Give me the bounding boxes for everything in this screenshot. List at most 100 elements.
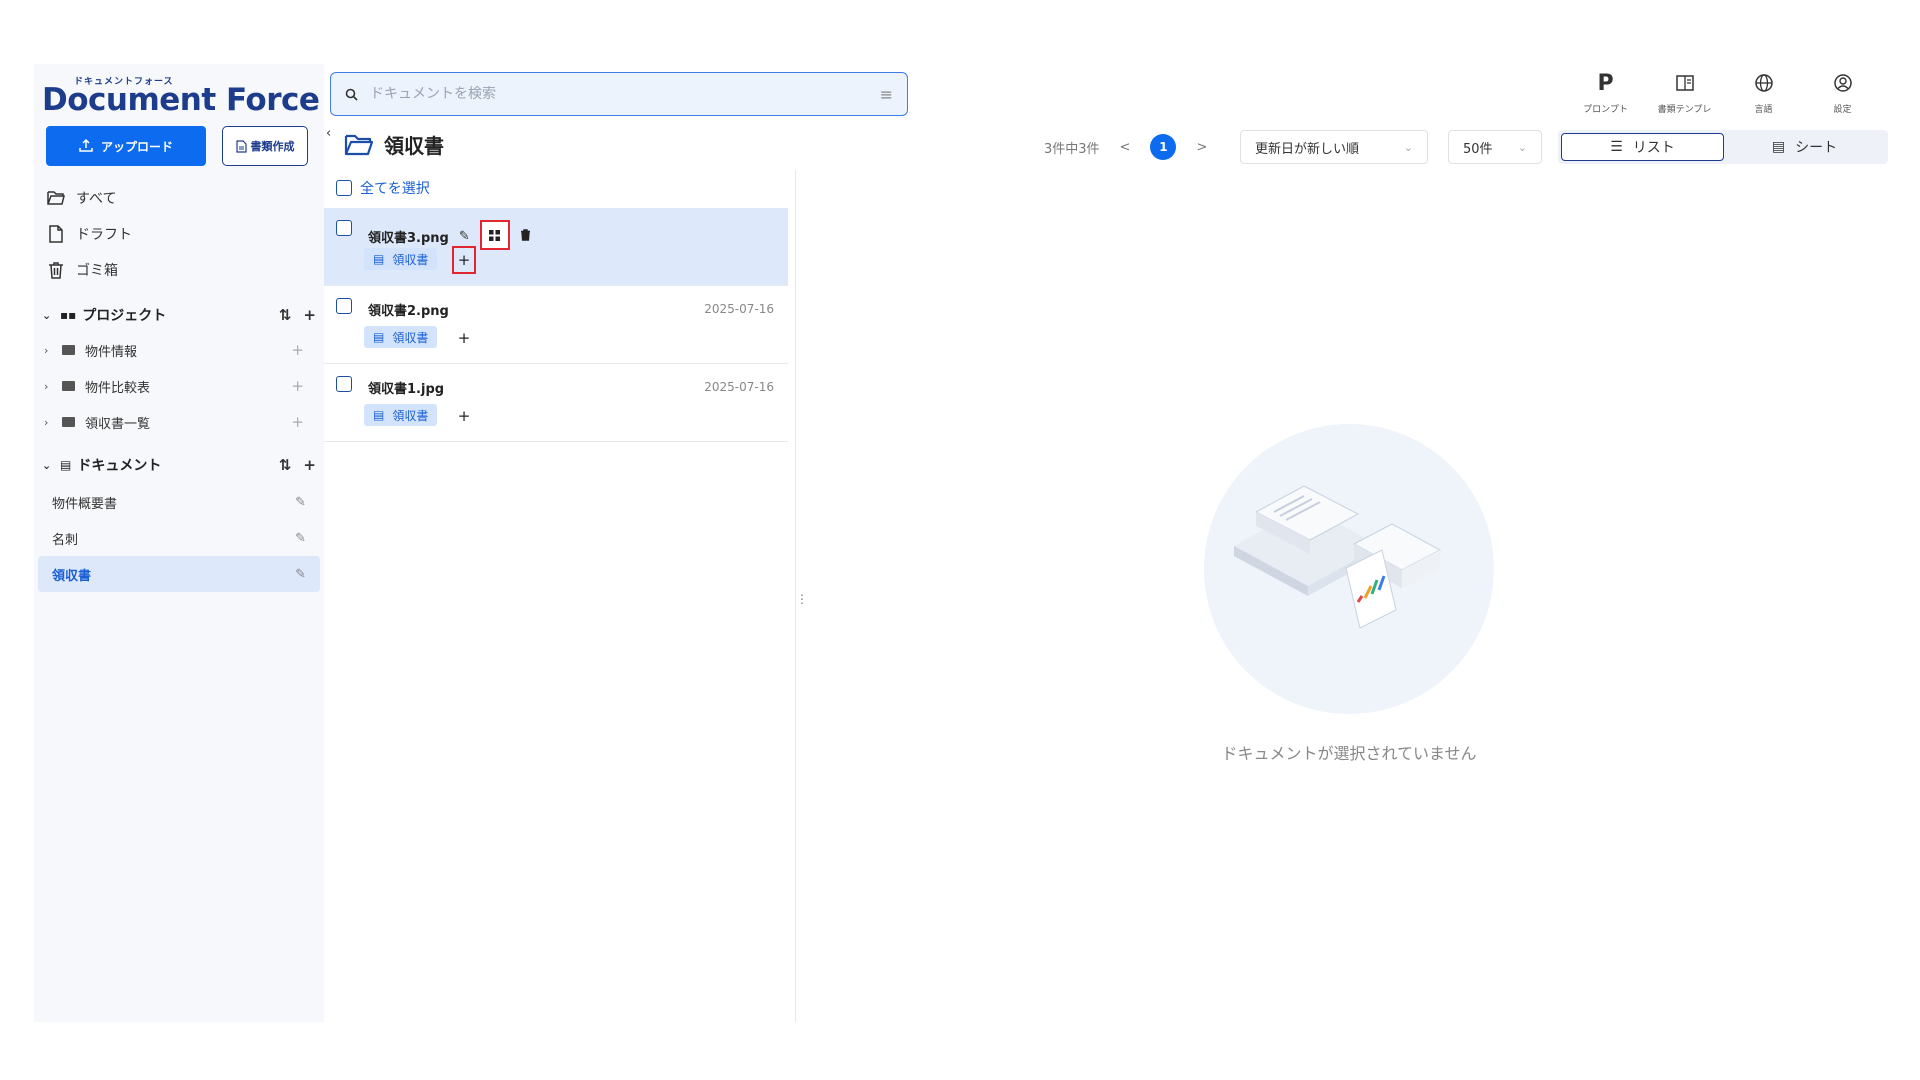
- document-type-tag[interactable]: ▤ 領収書: [364, 326, 438, 348]
- folder-title-text: 領収書: [384, 134, 444, 158]
- empty-state-text: ドキュメントが選択されていません: [1221, 744, 1477, 763]
- tool-label: 書類テンプレ: [1657, 105, 1712, 115]
- add-tag-button[interactable]: +: [452, 402, 476, 430]
- chevron-right-icon[interactable]: ›: [44, 416, 58, 429]
- page-number-current[interactable]: 1: [1150, 134, 1177, 160]
- row-checkbox[interactable]: [336, 376, 352, 392]
- document-type-tag[interactable]: ▤ 領収書: [364, 404, 438, 426]
- document-icon: [235, 139, 247, 153]
- document-type-tag[interactable]: ▤ 領収書: [364, 248, 438, 270]
- sort-icon[interactable]: ⇅: [279, 306, 292, 324]
- sidebar: ドキュメントフォース Document Force アップロード 書類作成 すべ…: [34, 64, 324, 1022]
- prompt-button[interactable]: P プロンプト: [1566, 70, 1645, 116]
- language-button[interactable]: 言語: [1724, 70, 1803, 115]
- view-list-label: リスト: [1632, 140, 1675, 156]
- row-checkbox[interactable]: [336, 220, 352, 236]
- upload-button[interactable]: アップロード: [46, 126, 206, 166]
- nav-item-trash[interactable]: ゴミ箱: [46, 252, 132, 288]
- select-all-label: 全てを選択: [360, 181, 430, 197]
- top-toolbar: P プロンプト 書類テンプレ 言語 設定: [1566, 70, 1882, 116]
- search-bar[interactable]: ≡: [330, 72, 908, 116]
- document-type-label: 名刺: [52, 532, 79, 548]
- logo-text: Document Force: [42, 82, 320, 118]
- document-type-item[interactable]: 物件概要書 ✎: [38, 484, 320, 520]
- project-assign-icon[interactable]: [479, 220, 510, 250]
- per-page-select[interactable]: 50件 ⌄: [1448, 130, 1542, 164]
- settings-button[interactable]: 設定: [1803, 70, 1882, 115]
- nav-label: ゴミ箱: [76, 263, 118, 279]
- folder-open-icon: [47, 191, 65, 205]
- view-sheet-label: シート: [1795, 140, 1838, 156]
- rename-icon[interactable]: ✎: [459, 229, 470, 244]
- folder-icon: [62, 417, 75, 427]
- next-page-button[interactable]: >: [1196, 140, 1207, 155]
- sort-value: 更新日が新しい順: [1255, 141, 1360, 157]
- row-checkbox[interactable]: [336, 298, 352, 314]
- view-sheet-button[interactable]: ▤ シート: [1724, 133, 1885, 161]
- projects-section-header[interactable]: ⌄ ▪▪ プロジェクト ⇅ +: [42, 300, 316, 330]
- document-icon: ▤: [373, 330, 385, 344]
- chevron-down-icon: ⌄: [1517, 140, 1527, 154]
- empty-state-illustration: [1204, 424, 1494, 714]
- chevron-right-icon[interactable]: ›: [44, 344, 58, 357]
- nav-item-all[interactable]: すべて: [46, 180, 132, 216]
- add-document-type-icon[interactable]: +: [303, 456, 316, 474]
- file-icon: [49, 225, 63, 243]
- nav-item-draft[interactable]: ドラフト: [46, 216, 132, 252]
- edit-icon[interactable]: ✎: [295, 531, 306, 546]
- project-item[interactable]: › 領収書一覧 +: [44, 404, 316, 440]
- delete-icon[interactable]: [520, 228, 531, 244]
- document-type-item-active[interactable]: 領収書 ✎: [38, 556, 320, 592]
- select-all-checkbox[interactable]: [336, 180, 352, 196]
- chevron-down-icon[interactable]: ⌄: [42, 309, 56, 322]
- tag-label: 領収書: [392, 252, 429, 267]
- template-button[interactable]: 書類テンプレ: [1645, 70, 1724, 115]
- edit-icon[interactable]: ✎: [295, 567, 306, 582]
- document-type-item[interactable]: 名刺 ✎: [38, 520, 320, 556]
- upload-icon: [79, 139, 93, 152]
- documents-section-header[interactable]: ⌄ ▤ ドキュメント ⇅ +: [42, 450, 316, 480]
- search-input[interactable]: [370, 86, 880, 102]
- add-icon[interactable]: +: [291, 377, 304, 395]
- prev-page-button[interactable]: <: [1120, 140, 1131, 155]
- tool-label: プロンプト: [1583, 105, 1628, 115]
- sort-select[interactable]: 更新日が新しい順 ⌄: [1240, 130, 1428, 164]
- filter-menu-icon[interactable]: ≡: [880, 85, 893, 104]
- template-icon: [1675, 70, 1695, 96]
- add-icon[interactable]: +: [291, 413, 304, 431]
- folder-title: 領収書: [344, 130, 444, 159]
- list-item[interactable]: 領収書2.png 2025-07-16 ▤ 領収書 +: [324, 286, 788, 364]
- list-item[interactable]: 領収書1.jpg 2025-07-16 ▤ 領収書 +: [324, 364, 788, 442]
- list-item[interactable]: 領収書3.png ✎ ▤ 領収書 +: [324, 208, 788, 286]
- file-date: 2025-07-16: [704, 380, 774, 394]
- documents-illustration-icon: [1234, 485, 1442, 629]
- chevron-right-icon[interactable]: ›: [44, 380, 58, 393]
- globe-icon: [1754, 70, 1774, 96]
- collapse-sidebar-icon[interactable]: ‹: [326, 126, 331, 141]
- upload-label: アップロード: [100, 139, 173, 154]
- chevron-down-icon: ⌄: [1403, 140, 1413, 154]
- add-icon[interactable]: +: [291, 341, 304, 359]
- pagination: 3件中3件 < 1 >: [1044, 134, 1207, 160]
- file-name: 領収書3.png: [368, 230, 449, 246]
- document-type-label: 領収書: [52, 568, 92, 584]
- edit-icon[interactable]: ✎: [295, 495, 306, 510]
- add-tag-button[interactable]: +: [452, 246, 476, 274]
- view-list-button[interactable]: ☰ リスト: [1561, 133, 1724, 161]
- p-icon: P: [1597, 70, 1614, 96]
- app-logo[interactable]: ドキュメントフォース Document Force: [40, 74, 320, 118]
- document-list: 全てを選択 領収書3.png ✎ ▤ 領収書 + 領収書2.png 2025-0…: [324, 170, 796, 1022]
- add-tag-button[interactable]: +: [452, 324, 476, 352]
- create-document-button[interactable]: 書類作成: [222, 126, 308, 166]
- chevron-down-icon[interactable]: ⌄: [42, 459, 56, 472]
- project-label: 物件情報: [85, 344, 138, 360]
- project-item[interactable]: › 物件情報 +: [44, 332, 316, 368]
- select-all[interactable]: 全てを選択: [336, 178, 430, 198]
- sort-icon[interactable]: ⇅: [279, 456, 292, 474]
- trash-icon: [49, 262, 63, 279]
- project-item[interactable]: › 物件比較表 +: [44, 368, 316, 404]
- pane-resize-handle[interactable]: ⋮: [796, 592, 808, 606]
- folder-icon: [62, 381, 75, 391]
- add-project-icon[interactable]: +: [303, 306, 316, 324]
- sheet-icon: ▤: [1771, 139, 1786, 155]
